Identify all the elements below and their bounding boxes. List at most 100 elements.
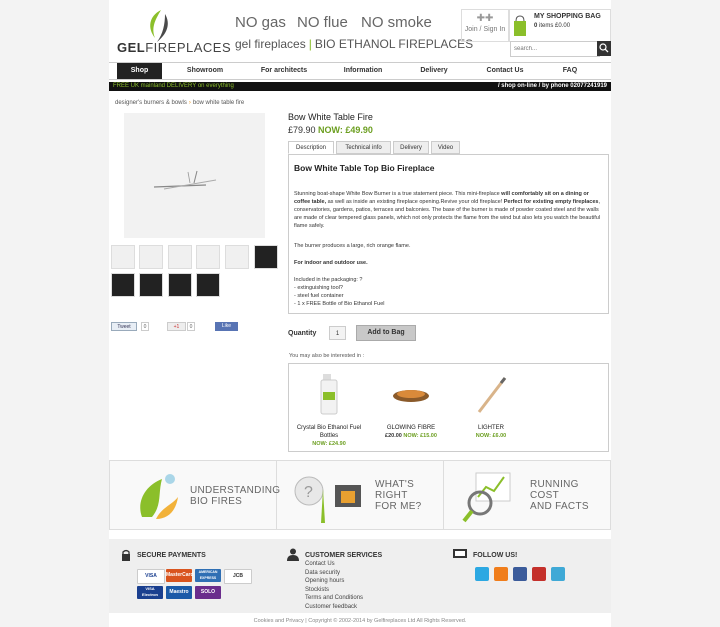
tab-video[interactable]: Video [431,141,460,154]
tab-delivery[interactable]: Delivery [393,141,429,154]
search-icon [599,43,609,53]
bag-items: 0 items £0.00 [534,23,571,29]
footer-link-feedback[interactable]: Customer feedback [305,603,357,612]
banner-running-cost[interactable]: RUNNING COST AND FACTS [444,461,611,529]
footer-link-stockists[interactable]: Stockists [305,586,329,595]
footer: SECURE PAYMENTS VISA MasterCard AMERICAN… [109,539,611,613]
add-to-bag-button[interactable]: Add to Bag [356,325,416,341]
question-fireplace-icon: ? [294,476,361,523]
thumbnail-2[interactable] [139,245,163,269]
related-products: Crystal Bio Ethanol Fuel Bottles NOW: £2… [288,363,609,452]
payments-title: SECURE PAYMENTS [137,552,206,559]
related-item-lighter[interactable]: LIGHTER NOW: £6.00 [451,372,531,439]
mastercard-icon: MasterCard [166,569,194,582]
promo-bar: FREE UK mainland DELIVERY on everything … [109,82,611,91]
nav-showroom[interactable]: Showroom [179,63,231,79]
product-price: £79.90 NOW: £49.90 [288,125,373,135]
slogan-no-gas: NO gas [235,14,286,31]
jcb-icon: JCB [224,569,252,584]
maestro-icon: Maestro [166,586,192,599]
tab-description[interactable]: Description [288,141,334,154]
related-heading: You may also be interested in : [289,353,365,359]
join-sign-in-button[interactable]: ✚✚ Join / Sign In [461,9,509,42]
fuel-bottle-image [320,374,338,415]
thumbnail-3[interactable] [168,245,192,269]
shopping-bag[interactable]: MY SHOPPING BAG 0 items £0.00 [509,9,611,42]
breadcrumb-parent[interactable]: designer's burners & bowls [115,100,187,106]
quantity-input[interactable]: 1 [329,326,346,340]
tab-technical-info[interactable]: Technical info [336,141,391,154]
skype-icon[interactable] [475,567,489,581]
thumbnail-7[interactable] [111,273,135,297]
footer-link-opening-hours[interactable]: Opening hours [305,577,344,586]
solo-icon: SOLO [195,586,221,599]
related-item-glowing-fibre[interactable]: GLOWING FIBRE £20.00 NOW: £15.00 [371,372,451,439]
leaf-flame-icon [140,474,178,519]
blogger-icon[interactable] [494,567,508,581]
logo-text[interactable]: GELFIREPLACES [117,40,231,55]
thumbnail-10[interactable] [196,273,220,297]
nav-shop[interactable]: Shop [117,63,162,79]
visa-card-icon: VISA [137,569,165,584]
join-label: Join / Sign In [464,26,506,33]
related-item-fuel[interactable]: Crystal Bio Ethanol Fuel Bottles NOW: £2… [289,372,369,447]
nav-delivery[interactable]: Delivery [412,63,456,79]
promo-contact[interactable]: / shop on-line / by phone 02077241919 [498,82,607,91]
banner-whats-right-for-me[interactable]: ? WHAT'S RIGHT FOR ME? [277,461,444,529]
nav-contact-us[interactable]: Contact Us [477,63,533,79]
magnifier-chart-icon [462,472,511,523]
footer-link-contact[interactable]: Contact Us [305,560,335,569]
breadcrumb: designer's burners & bowls › bow white tab… [115,100,244,106]
thumbnail-9[interactable] [168,273,192,297]
page: GELFIREPLACES NO gas NO flue NO smoke ge… [109,0,611,627]
nav-information[interactable]: Information [335,63,391,79]
description-packaging: Included in the packaging: ? - extinguis… [294,277,385,307]
facebook-icon[interactable] [513,567,527,581]
youtube-icon[interactable] [532,567,546,581]
nav-for-architects[interactable]: For architects [251,63,317,79]
slogan-no-smoke: NO smoke [361,14,432,31]
description-paragraph-2: The burner produces a large, rich orange… [294,243,411,249]
search-input[interactable] [510,41,600,57]
search-button[interactable] [597,41,611,56]
visa-electron-icon: VISA Electron [137,586,163,599]
bow-burner-image [153,170,217,190]
description-panel: Bow White Table Top Bio Fireplace Stunni… [288,154,609,314]
gplus-count: 0 [187,322,195,331]
description-paragraph-3: For indoor and outdoor use. [294,260,368,266]
facebook-like-button[interactable]: Like [215,322,238,331]
amex-icon: AMERICAN EXPRESS [195,569,221,582]
product-title: Bow White Table Fire [288,112,373,122]
banner-1-text: UNDERSTANDING BIO FIRES [190,485,281,507]
banner-understanding-bio-fires[interactable]: UNDERSTANDING BIO FIRES [110,461,281,529]
thumbnail-6[interactable] [254,245,278,269]
banner-3-text: RUNNING COST AND FACTS [530,479,589,512]
google-plus-button[interactable]: +1 [167,322,186,331]
logo-flame-icon[interactable] [141,8,175,44]
thumbnail-5[interactable] [225,245,249,269]
product-main-image[interactable] [124,113,265,238]
lighter-image [477,377,507,413]
promo-delivery: FREE UK mainland DELIVERY on everything [113,83,234,89]
tweet-button[interactable]: Tweet [111,322,137,331]
banner-2-text: WHAT'S RIGHT FOR ME? [375,479,422,512]
copyright: Cookies and Privacy | Copyright © 2002-2… [253,618,467,624]
customer-services-title: CUSTOMER SERVICES [305,552,383,559]
description-paragraph-1: Stunning boat-shape White Bow Burner is … [294,191,601,229]
footer-link-terms[interactable]: Terms and Conditions [305,594,363,603]
nav-faq[interactable]: FAQ [555,63,585,79]
user-add-icon: ✚✚ [476,13,494,24]
footer-link-data-security[interactable]: Data security [305,569,340,578]
brand-line: gel fireplaces | BIO ETHANOL FIREPLACES [235,37,474,51]
thumbnail-8[interactable] [139,273,163,297]
info-banners: UNDERSTANDING BIO FIRES ? WHAT'S RIGHT FOR … [109,460,611,530]
bag-title: MY SHOPPING BAG [534,13,601,20]
thumbnail-1[interactable] [111,245,135,269]
svg-text:?: ? [304,484,313,501]
thumbnail-4[interactable] [196,245,220,269]
breadcrumb-current: bow white table fire [192,100,245,106]
quantity-label: Quantity [288,330,317,337]
person-icon [287,548,299,561]
follow-us-title: FOLLOW US! [473,552,518,559]
twitter-icon[interactable] [551,567,565,581]
